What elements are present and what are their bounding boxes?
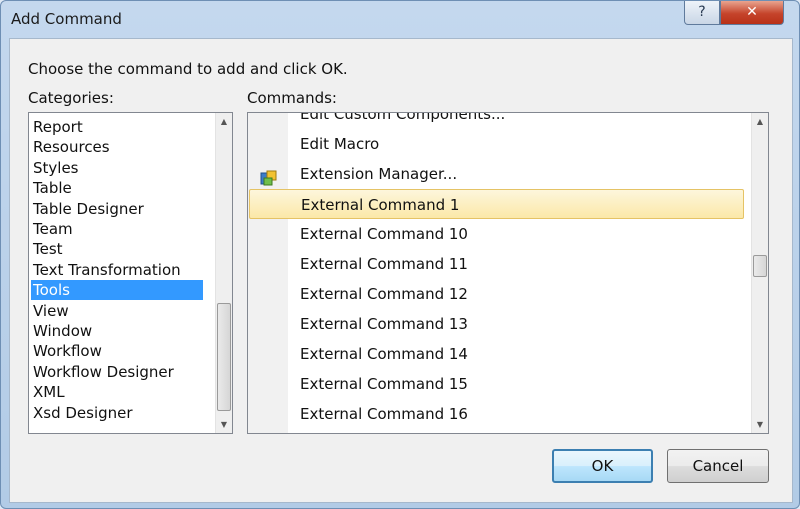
command-item[interactable]: Extension Manager... [249, 159, 744, 189]
commands-list[interactable]: Edit Custom Components... Edit Macro Exte… [247, 112, 769, 434]
category-item[interactable]: Resources [31, 137, 203, 157]
category-item[interactable]: Test [31, 239, 203, 259]
categories-scrollbar[interactable]: ▲ ▼ [215, 113, 232, 433]
scroll-up-arrow-icon[interactable]: ▲ [752, 113, 768, 130]
add-command-dialog: Add Command ? ✕ Choose the command to ad… [0, 0, 800, 509]
command-item[interactable]: External Command 13 [249, 309, 744, 339]
scrollbar-thumb[interactable] [217, 303, 231, 411]
command-item[interactable]: External Command 16 [249, 399, 744, 429]
category-item[interactable]: Table [31, 178, 203, 198]
command-item[interactable]: Edit Macro [249, 129, 744, 159]
category-item[interactable]: Workflow Designer [31, 362, 203, 382]
dialog-body: Choose the command to add and click OK. … [9, 38, 793, 503]
category-item[interactable]: Window [31, 321, 203, 341]
categories-list[interactable]: Report Resources Styles Table Table Designer… [28, 112, 233, 434]
scrollbar-thumb[interactable] [753, 255, 767, 277]
command-item[interactable]: External Command 10 [249, 219, 744, 249]
command-item[interactable]: External Command 12 [249, 279, 744, 309]
category-item[interactable]: Text Transformation [31, 260, 203, 280]
scroll-down-arrow-icon[interactable]: ▼ [216, 416, 232, 433]
commands-scrollbar[interactable]: ▲ ▼ [751, 113, 768, 433]
command-item[interactable]: External Command 15 [249, 369, 744, 399]
category-item[interactable]: Workflow [31, 341, 203, 361]
dialog-title: Add Command [11, 10, 122, 28]
category-item[interactable]: Team [31, 219, 203, 239]
scroll-down-arrow-icon[interactable]: ▼ [752, 416, 768, 433]
category-item[interactable]: Styles [31, 158, 203, 178]
close-button[interactable]: ✕ [720, 1, 784, 25]
cancel-button[interactable]: Cancel [667, 449, 769, 483]
category-item[interactable]: Xsd Designer [31, 403, 203, 423]
command-item[interactable]: External Command 11 [249, 249, 744, 279]
help-button[interactable]: ? [684, 1, 720, 25]
command-item[interactable]: External Command 1 [249, 189, 744, 219]
category-item[interactable]: XML [31, 382, 203, 402]
instruction-text: Choose the command to add and click OK. [28, 60, 348, 78]
extension-manager-icon [260, 166, 278, 186]
category-item[interactable]: View [31, 301, 203, 321]
scroll-up-arrow-icon[interactable]: ▲ [216, 113, 232, 130]
title-bar[interactable]: Add Command ? ✕ [1, 1, 799, 37]
category-item[interactable]: Tools [31, 280, 203, 301]
commands-label: Commands: [247, 89, 337, 107]
command-item[interactable]: External Command 14 [249, 339, 744, 369]
list-item-partial[interactable]: Edit Custom Components... [249, 113, 744, 129]
ok-button[interactable]: OK [552, 449, 653, 483]
categories-label: Categories: [28, 89, 114, 107]
category-item[interactable]: Table Designer [31, 199, 203, 219]
category-item[interactable]: Report [31, 117, 203, 137]
